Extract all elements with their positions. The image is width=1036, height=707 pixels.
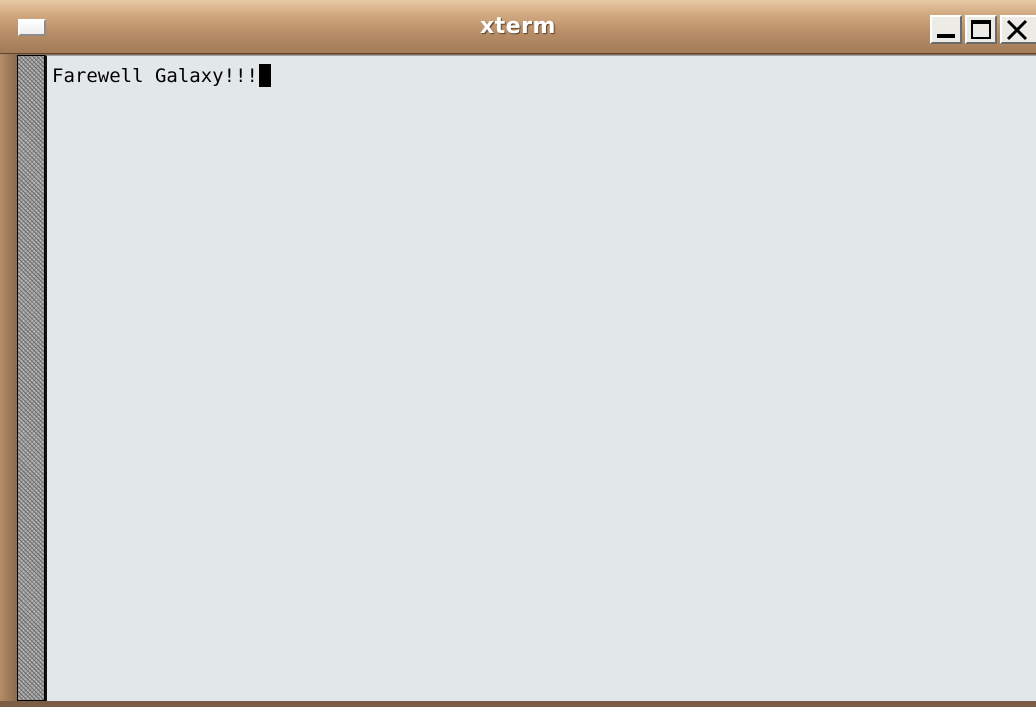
terminal-line: Farewell Galaxy!!!: [52, 64, 271, 87]
scrollbar[interactable]: [17, 55, 45, 701]
maximize-button[interactable]: [965, 15, 997, 44]
maximize-icon: [971, 20, 991, 39]
window-frame-left: [0, 54, 17, 707]
minimize-icon: [937, 34, 955, 38]
terminal-line-text: Farewell Galaxy!!!: [52, 64, 258, 87]
terminal-area[interactable]: Farewell Galaxy!!!: [45, 55, 1036, 701]
text-cursor: [258, 64, 271, 87]
xterm-window: xterm Farewell Galaxy!!!: [0, 0, 1036, 707]
window-frame-bottom[interactable]: [0, 701, 1036, 707]
close-icon: [1006, 19, 1028, 41]
title-bar[interactable]: xterm: [0, 0, 1036, 54]
window-title: xterm: [480, 14, 556, 39]
minimize-button[interactable]: [930, 15, 962, 44]
close-button[interactable]: [1000, 15, 1036, 44]
